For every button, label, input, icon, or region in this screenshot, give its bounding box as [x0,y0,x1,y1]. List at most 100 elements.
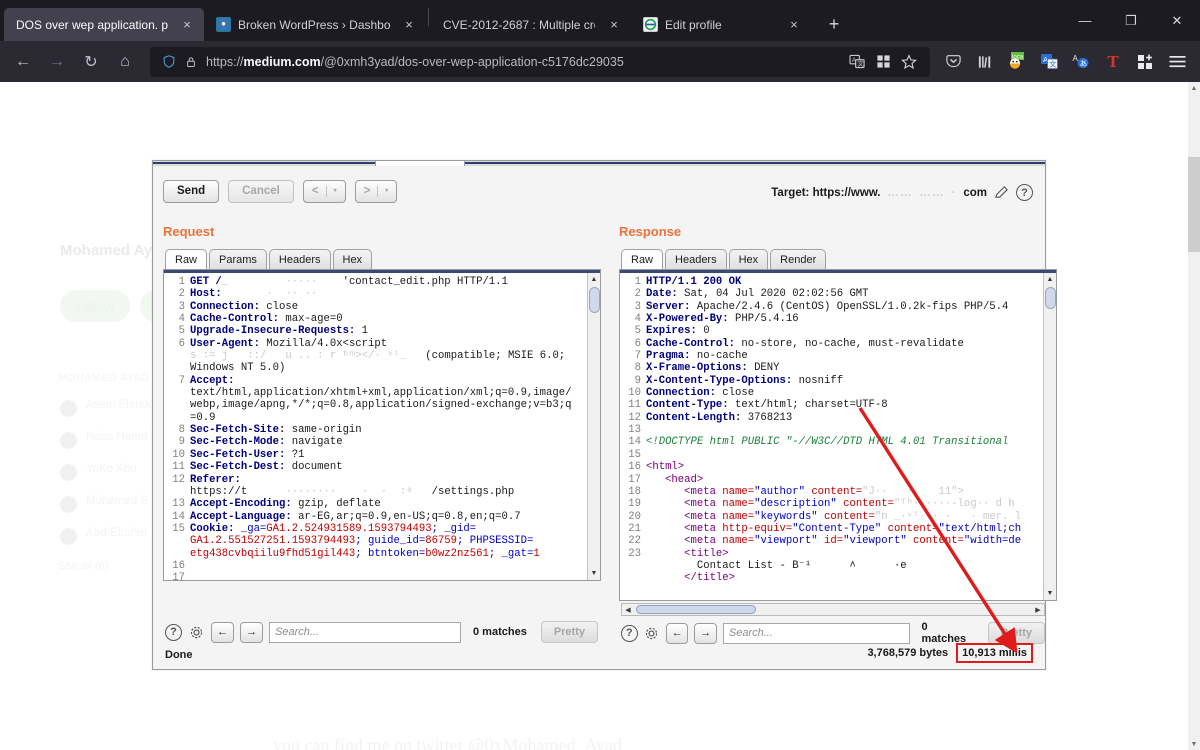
tab-request-raw[interactable]: Raw [165,249,208,271]
footer-line-1[interactable]: you can find me on twitter @0xMohamed_Ay… [273,735,622,750]
page-scrollbar[interactable]: ▲ ▼ [1188,82,1200,750]
tab-request-params[interactable]: Params [209,249,267,271]
lock-icon[interactable] [180,55,202,69]
back-button[interactable]: ← [6,47,40,77]
find-prev-button[interactable]: ← [666,622,689,644]
translate-page-icon[interactable]: A文 [844,54,870,69]
line-text: Connection: close [190,301,587,313]
gear-icon[interactable] [188,624,205,641]
minimize-button[interactable]: — [1062,0,1108,41]
close-icon[interactable]: × [401,17,417,33]
code-token: /settings.php [418,485,515,498]
code-token: "J·· · 11"> [862,485,964,498]
tab-response-hex[interactable]: Hex [728,249,769,271]
tab-response-render[interactable]: Render [770,249,827,271]
star-bookmark-icon[interactable] [896,53,922,70]
line-number [164,412,190,424]
code-token: "viewport" [843,535,914,548]
sidebar-person-0[interactable]: Asem Eleraky [86,399,157,411]
app-menu-icon[interactable] [1162,47,1192,77]
line-text: text/html,application/xhtml+xml,applicat… [190,387,587,399]
scroll-thumb[interactable] [636,605,756,614]
reader-view-icon[interactable] [870,54,896,69]
line-number: 15 [172,522,185,535]
response-hscrollbar[interactable]: ◀ ▶ [621,603,1045,616]
gear-icon[interactable] [644,625,661,642]
find-prev-button[interactable]: ← [211,621,234,643]
scroll-down-icon[interactable]: ▼ [1188,738,1200,750]
response-search-input[interactable]: Search... [722,622,910,644]
burp-toolbar: Send Cancel < ▾ > ▾ [163,180,398,203]
follow-button[interactable]: Follow [60,290,130,322]
sidebar-person-1[interactable]: Heba Hamd [86,431,147,443]
tab-response-raw[interactable]: Raw [621,249,664,271]
reload-button[interactable]: ↻ [74,47,108,77]
prev-request-button[interactable]: < ▾ [302,180,346,203]
scroll-thumb[interactable] [589,287,600,313]
question-help-icon[interactable]: ? [621,624,638,642]
line-text: X-Content-Type-Options: nosniff [646,375,1043,387]
pocket-icon[interactable] [938,47,968,77]
request-code[interactable]: 1 GET /_ ····· 'contact_edit.php HTTP/1.1… [164,273,587,580]
see-all-link[interactable]: See all (6) [58,560,108,572]
scroll-up-icon[interactable]: ▲ [1044,273,1056,286]
tab-response-headers[interactable]: Headers [665,249,727,271]
scroll-down-icon[interactable]: ▼ [588,567,600,580]
response-code[interactable]: 1 HTTP/1.1 200 OK 2 Date: Sat, 04 Jul 2020 … [620,273,1043,600]
response-pretty-button[interactable]: Pretty [987,622,1045,644]
chevron-down-icon[interactable]: ▾ [385,185,388,198]
new-tab-button[interactable]: + [819,9,849,39]
localizer-icon[interactable]: loca [1002,47,1032,77]
scroll-down-icon[interactable]: ▼ [1044,587,1056,600]
find-next-button[interactable]: → [694,622,717,644]
translate-addon-icon[interactable]: Aあ [1066,47,1096,77]
text-tool-icon[interactable]: T [1098,47,1128,77]
google-translate-icon[interactable]: A文 [1034,47,1064,77]
browser-navbar: ← → ↻ ⌂ https://medium.com/@0xmh3yad/dos… [0,41,1200,82]
shield-icon[interactable] [158,54,180,69]
request-search-input[interactable]: Search... [269,621,461,643]
browser-tab-0[interactable]: DOS over wep application. peac × [4,8,204,41]
extensions-icon[interactable] [1130,47,1160,77]
find-next-button[interactable]: → [240,621,263,643]
next-request-button[interactable]: > ▾ [354,180,398,203]
scroll-up-icon[interactable]: ▲ [588,273,600,286]
browser-tab-3[interactable]: Edit profile × [631,8,811,41]
tab-request-hex[interactable]: Hex [332,249,373,271]
sidebar-person-3[interactable]: Mohamed S [86,495,148,507]
request-pretty-button[interactable]: Pretty [540,621,598,643]
page-scroll-thumb[interactable] [1188,157,1200,252]
response-editor[interactable]: 1 HTTP/1.1 200 OK 2 Date: Sat, 04 Jul 2020 … [619,269,1057,601]
sidebar-person-4[interactable]: Abd-Elrahm [86,527,147,539]
question-help-icon[interactable]: ? [1016,184,1033,201]
response-vscrollbar[interactable]: ▲ ▼ [1043,273,1056,600]
close-window-button[interactable]: ✕ [1154,0,1200,41]
close-icon[interactable]: × [786,17,802,33]
question-help-icon[interactable]: ? [165,623,182,641]
url-text[interactable]: https://medium.com/@0xmh3yad/dos-over-we… [202,55,844,69]
code-token: text/html; charset=UTF-8 [728,399,888,412]
close-icon[interactable]: × [179,17,195,33]
tab-request-headers[interactable]: Headers [268,249,331,271]
code-token: GET / [190,276,222,288]
scroll-up-icon[interactable]: ▲ [1188,82,1200,94]
chevron-down-icon[interactable]: ▾ [334,185,337,198]
scroll-left-icon[interactable]: ◀ [622,604,634,615]
url-bar[interactable]: https://medium.com/@0xmh3yad/dos-over-we… [150,46,930,77]
code-line: 13 [620,424,1043,436]
browser-tab-2[interactable]: CVE-2012-2687 : Multiple cross-site × [431,8,631,41]
browser-tab-1[interactable]: Broken WordPress › Dashboard × [204,8,426,41]
response-panel-title: Response [619,224,682,239]
scroll-thumb[interactable] [1045,287,1056,309]
scroll-right-icon[interactable]: ▶ [1032,604,1044,615]
maximize-button[interactable]: ❐ [1108,0,1154,41]
home-button[interactable]: ⌂ [108,47,142,77]
send-button[interactable]: Send [163,180,220,203]
burp-status-text: Done [165,649,193,661]
library-icon[interactable] [970,47,1000,77]
pencil-edit-icon[interactable] [994,185,1009,200]
close-icon[interactable]: × [606,17,622,33]
sidebar-person-2[interactable]: YoKo Kho [86,463,137,475]
request-editor[interactable]: 1 GET /_ ····· 'contact_edit.php HTTP/1.1… [163,269,601,581]
request-vscrollbar[interactable]: ▲ ▼ [587,273,600,580]
